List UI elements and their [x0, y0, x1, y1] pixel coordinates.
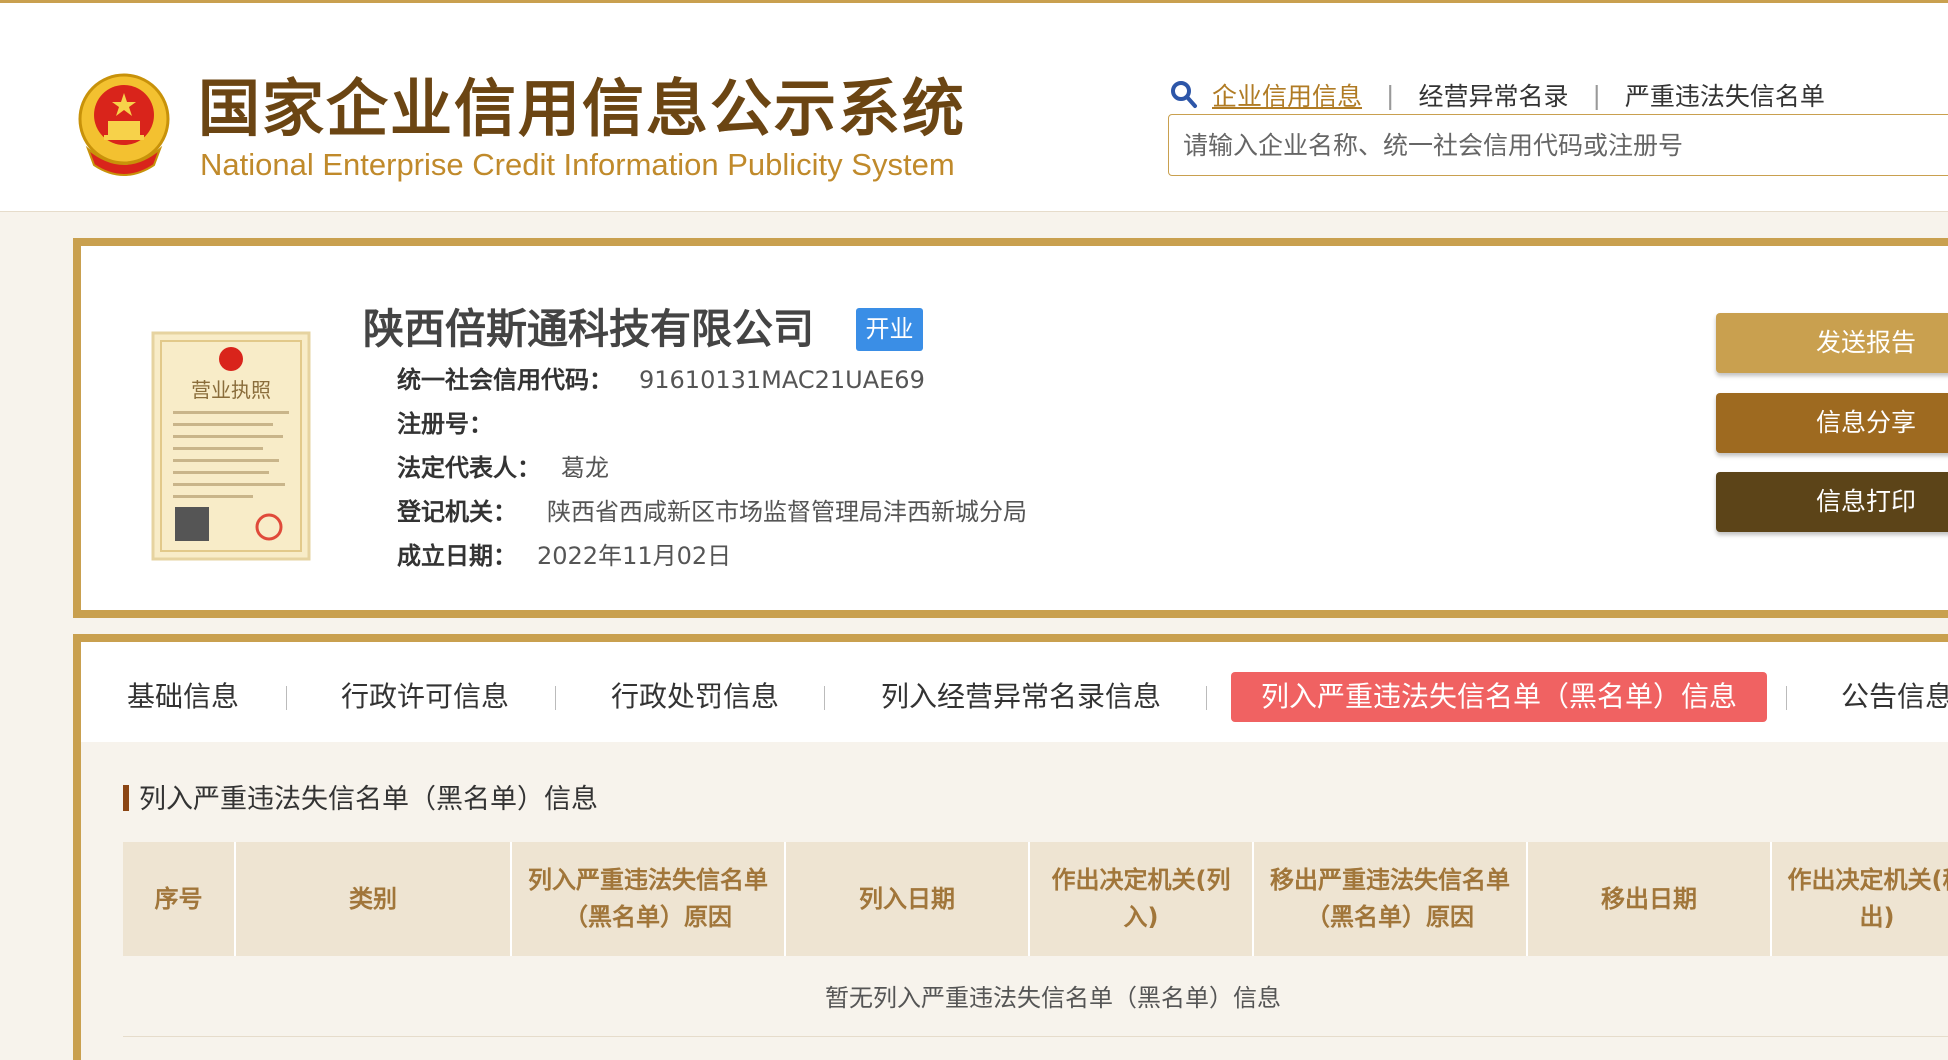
send-report-button[interactable]: 发送报告 [1716, 313, 1948, 373]
search-input[interactable] [1168, 114, 1948, 176]
tab-separator [555, 686, 556, 710]
info-row-credit-code: 统一社会信用代码： 91610131MAC21UAE69 [397, 364, 925, 396]
field-value: 2022年11月02日 [537, 542, 732, 570]
nav-abnormal-list-link[interactable]: 经营异常名录 [1418, 77, 1568, 113]
tab-blacklist[interactable]: 列入严重违法失信名单（黑名单）信息 [1231, 672, 1768, 722]
search-icon [1171, 81, 1197, 108]
company-info-card: 营业执照 陕西倍斯通科技有限公司 开业 统一社会信用代码： 91610131MAC… [73, 238, 1948, 618]
field-value: 葛龙 [561, 454, 609, 482]
column-header: 作出决定机关(列入) [1029, 842, 1254, 956]
table-header-row: 序号 类别 列入严重违法失信名单（黑名单）原因 列入日期 作出决定机关(列入) … [123, 842, 1948, 956]
nav-blacklist-link[interactable]: 严重违法失信名单 [1625, 77, 1825, 113]
section-marker [123, 785, 129, 811]
field-label: 登记机关： [397, 498, 517, 526]
tab-admin-license[interactable]: 行政许可信息 [341, 672, 509, 722]
tab-separator [1786, 686, 1787, 710]
tab-announcements[interactable]: 公告信息 [1841, 672, 1948, 722]
status-badge: 开业 [856, 308, 923, 351]
info-row-reg-number: 注册号： [397, 408, 513, 440]
company-name: 陕西倍斯通科技有限公司 [363, 305, 814, 353]
search-type-nav: 企业信用信息 | 经营异常名录 | 严重违法失信名单 [1170, 75, 1825, 115]
section-title-text: 列入严重违法失信名单（黑名单）信息 [139, 784, 598, 815]
share-info-button[interactable]: 信息分享 [1716, 393, 1948, 453]
table-row: 暂无列入严重违法失信名单（黑名单）信息 [123, 956, 1948, 1037]
tab-separator [1206, 686, 1207, 710]
site-subtitle: National Enterprise Credit Information P… [200, 147, 955, 182]
tab-admin-penalty[interactable]: 行政处罚信息 [611, 672, 779, 722]
field-label: 统一社会信用代码： [397, 366, 613, 394]
nav-enterprise-credit-link[interactable]: 企业信用信息 [1212, 77, 1362, 113]
tab-separator [824, 686, 825, 710]
info-tabs: 基础信息 行政许可信息 行政处罚信息 列入经营异常名录信息 列入严重违法失信名单… [73, 634, 1948, 750]
column-header: 列入日期 [785, 842, 1030, 956]
column-header: 列入严重违法失信名单（黑名单）原因 [511, 842, 786, 956]
column-header: 移出严重违法失信名单（黑名单）原因 [1253, 842, 1528, 956]
nav-separator: | [1386, 80, 1395, 110]
tab-basic-info[interactable]: 基础信息 [127, 672, 239, 722]
field-label: 成立日期： [397, 542, 517, 570]
info-row-legal-rep: 法定代表人： 葛龙 [397, 452, 609, 484]
column-header: 序号 [123, 842, 236, 956]
blacklist-table: 序号 类别 列入严重违法失信名单（黑名单）原因 列入日期 作出决定机关(列入) … [123, 842, 1948, 1037]
field-value: 陕西省西咸新区市场监督管理局沣西新城分局 [547, 498, 1027, 526]
column-header: 移出日期 [1527, 842, 1772, 956]
license-title: 营业执照 [191, 378, 271, 402]
print-info-button[interactable]: 信息打印 [1716, 472, 1948, 532]
column-header: 作出决定机关(移出) [1771, 842, 1948, 956]
site-header: 国家企业信用信息公示系统 National Enterprise Credit … [0, 3, 1948, 212]
site-title: 国家企业信用信息公示系统 [198, 72, 967, 145]
section-title: 列入严重违法失信名单（黑名单）信息 [123, 782, 598, 818]
field-value: 91610131MAC21UAE69 [639, 366, 925, 394]
column-header: 类别 [235, 842, 512, 956]
field-label: 法定代表人： [397, 454, 541, 482]
field-label: 注册号： [397, 410, 493, 438]
tab-separator [286, 686, 287, 710]
blacklist-section: 列入严重违法失信名单（黑名单）信息 序号 类别 列入严重违法失信名单（黑名单）原… [73, 742, 1948, 1060]
national-emblem-icon [78, 73, 170, 176]
nav-separator: | [1592, 80, 1601, 110]
business-license-image: 营业执照 [151, 331, 311, 561]
empty-table-message: 暂无列入严重违法失信名单（黑名单）信息 [123, 956, 1948, 1037]
info-row-established-date: 成立日期： 2022年11月02日 [397, 540, 731, 572]
tab-abnormal-operations[interactable]: 列入经营异常名录信息 [881, 672, 1161, 722]
info-row-registration-authority: 登记机关： 陕西省西咸新区市场监督管理局沣西新城分局 [397, 496, 1027, 528]
